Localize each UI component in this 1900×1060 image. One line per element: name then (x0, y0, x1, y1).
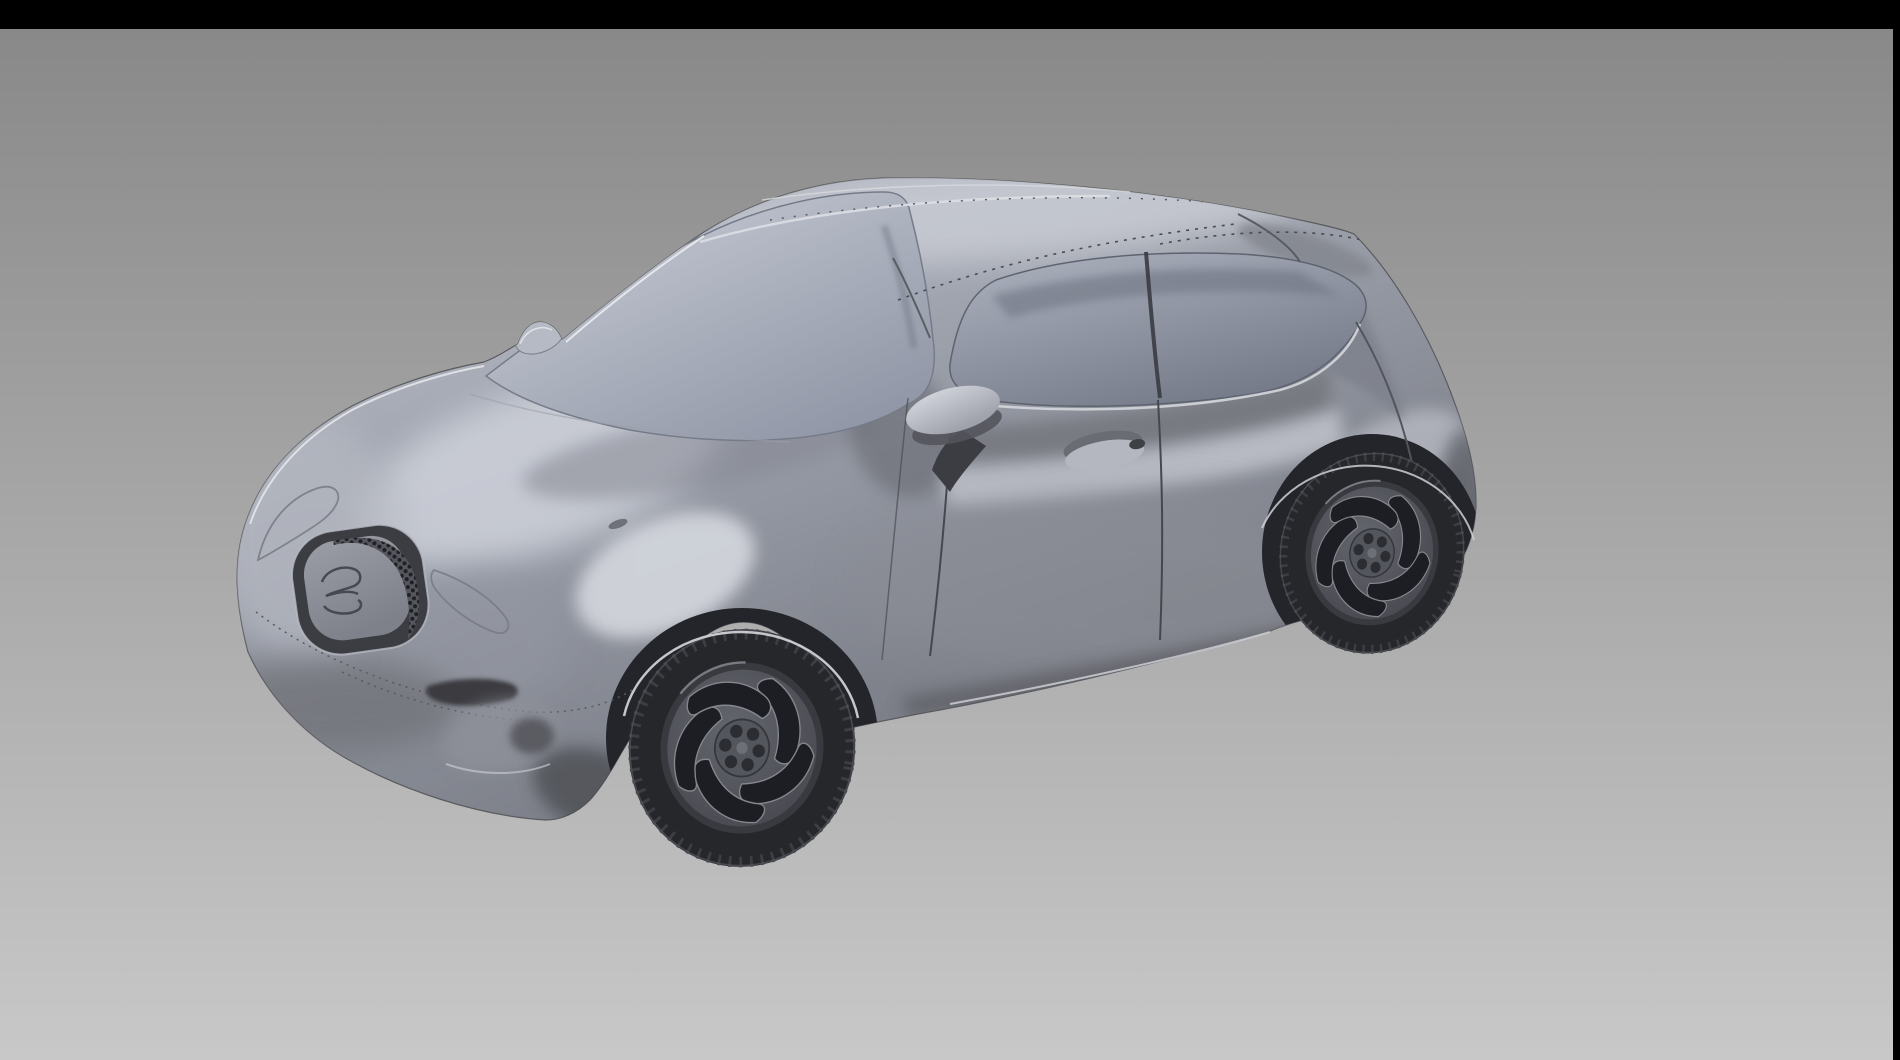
letterbox-right-bar (1893, 0, 1900, 1060)
front-grille (286, 519, 434, 660)
3d-viewport[interactable] (0, 0, 1900, 1060)
letterbox-top-bar (0, 0, 1900, 29)
cad-render-window (0, 0, 1900, 1060)
grille-panel (300, 532, 415, 645)
intake-inner-shadow (510, 718, 554, 754)
